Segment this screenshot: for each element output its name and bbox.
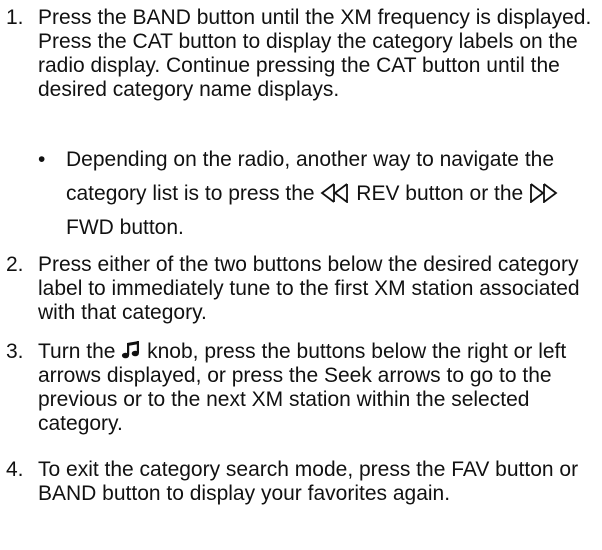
- step-number: 3.: [6, 340, 24, 363]
- step-text: Press either of the two buttons below th…: [38, 253, 580, 324]
- step-number: 2.: [6, 253, 24, 276]
- bullet-text-part3: FWD button.: [66, 216, 184, 239]
- bullet-item: • Depending on the radio, another way to…: [38, 143, 602, 245]
- step-text: Turn the knob, press the buttons below t…: [38, 340, 600, 436]
- music-note-icon: [121, 340, 141, 360]
- bullet-text-part2: REV button or the: [356, 182, 524, 205]
- step-text: Press the BAND button until the XM frequ…: [38, 6, 592, 101]
- bullet-text: Depending on the radio, another way to n…: [66, 143, 602, 245]
- rev-double-arrow-icon: [320, 183, 350, 203]
- step-1: 1. Press the BAND button until the XM fr…: [6, 6, 602, 102]
- step-3: 3. Turn the knob, press the buttons belo…: [6, 340, 602, 436]
- step-text: To exit the category search mode, press …: [38, 458, 579, 505]
- step-number: 1.: [6, 6, 24, 29]
- fwd-double-arrow-icon: [529, 183, 559, 203]
- step-3-text-before: Turn the: [38, 340, 116, 363]
- step-4: 4. To exit the category search mode, pre…: [6, 458, 602, 506]
- step-number: 4.: [6, 458, 24, 481]
- step-3-text-after: knob, press the buttons below the right …: [38, 340, 567, 435]
- bullet-dot: •: [38, 148, 46, 171]
- step-2: 2. Press either of the two buttons below…: [6, 253, 602, 325]
